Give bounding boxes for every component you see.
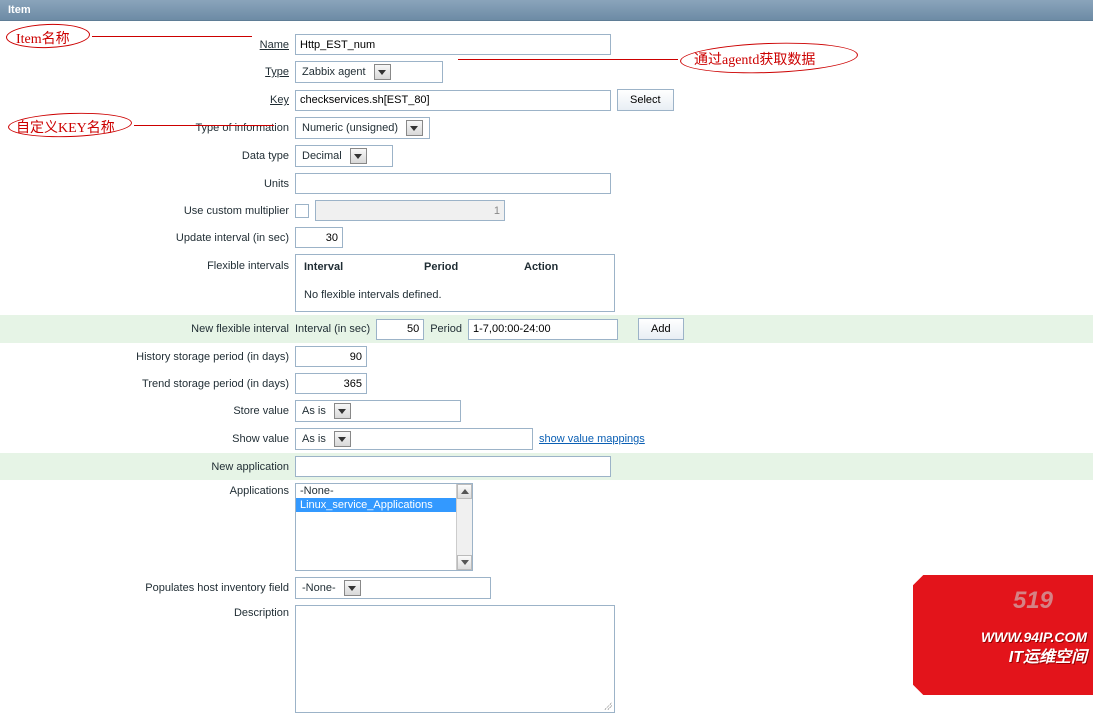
row-new-flex-interval: New flexible interval Interval (in sec) … [0, 315, 1093, 343]
page-title-bar: Item [0, 0, 1093, 21]
label-new-application: New application [0, 461, 295, 473]
data-type-select[interactable]: Decimal [295, 145, 393, 167]
store-value-select[interactable]: As is [295, 400, 461, 422]
row-multiplier: Use custom multiplier [0, 197, 1093, 224]
type-of-info-select[interactable]: Numeric (unsigned) [295, 117, 430, 139]
new-flex-interval-label: Interval (in sec) [295, 323, 370, 335]
label-trend: Trend storage period (in days) [0, 378, 295, 390]
label-update-interval: Update interval (in sec) [0, 232, 295, 244]
populates-inventory-select[interactable]: -None- [295, 577, 491, 599]
key-input[interactable] [295, 90, 611, 111]
row-units: Units [0, 170, 1093, 197]
row-type-of-info: Type of information Numeric (unsigned) [0, 114, 1093, 142]
watermark-ghost: 519 [1013, 587, 1053, 615]
applications-multiselect[interactable]: -None- Linux_service_Applications [295, 483, 473, 571]
populates-inventory-value: -None- [302, 582, 336, 594]
row-show-value: Show value As is show value mappings [0, 425, 1093, 453]
row-type: Type Zabbix agent [0, 58, 1093, 86]
trend-input[interactable] [295, 373, 367, 394]
applications-option-none[interactable]: -None- [296, 484, 472, 498]
row-data-type: Data type Decimal [0, 142, 1093, 170]
label-store-value: Store value [0, 405, 295, 417]
data-type-value: Decimal [302, 150, 342, 162]
flexible-intervals-table: Interval Period Action No flexible inter… [295, 254, 615, 312]
row-applications: Applications -None- Linux_service_Applic… [0, 480, 1093, 574]
select-key-button[interactable]: Select [617, 89, 674, 111]
dropdown-arrow-icon [350, 148, 367, 164]
row-trend: Trend storage period (in days) [0, 370, 1093, 397]
dropdown-arrow-icon [334, 431, 351, 447]
type-select-value: Zabbix agent [302, 66, 366, 78]
flex-col-interval: Interval [304, 261, 424, 273]
show-value-select[interactable]: As is [295, 428, 533, 450]
page-title: Item [8, 4, 31, 16]
new-flex-interval-input[interactable] [376, 319, 424, 340]
watermark: 519 WWW.94IP.COM IT运维空间 [913, 575, 1093, 695]
label-units: Units [0, 178, 295, 190]
store-value-value: As is [302, 405, 326, 417]
new-application-input[interactable] [295, 456, 611, 477]
update-interval-input[interactable] [295, 227, 343, 248]
resize-grip-icon[interactable] [602, 700, 612, 710]
label-show-value: Show value [0, 433, 295, 445]
flex-col-period: Period [424, 261, 524, 273]
row-flexible-intervals: Flexible intervals Interval Period Actio… [0, 251, 1093, 315]
flex-table-empty: No flexible intervals defined. [296, 279, 614, 311]
label-type: Type [0, 66, 295, 78]
type-select[interactable]: Zabbix agent [295, 61, 443, 83]
row-update-interval: Update interval (in sec) [0, 224, 1093, 251]
dropdown-arrow-icon [334, 403, 351, 419]
new-flex-period-label: Period [430, 323, 462, 335]
history-input[interactable] [295, 346, 367, 367]
dropdown-arrow-icon [344, 580, 361, 596]
row-new-application: New application [0, 453, 1093, 480]
show-value-mappings-link[interactable]: show value mappings [539, 433, 645, 445]
row-history: History storage period (in days) [0, 343, 1093, 370]
anno-line-name [92, 36, 252, 37]
scroll-up-icon[interactable] [457, 484, 472, 499]
dropdown-arrow-icon [406, 120, 423, 136]
multiselect-scrollbar[interactable] [456, 484, 472, 570]
units-input[interactable] [295, 173, 611, 194]
name-input[interactable] [295, 34, 611, 55]
label-key: Key [0, 94, 295, 106]
row-store-value: Store value As is [0, 397, 1093, 425]
multiplier-input [315, 200, 505, 221]
flex-col-action: Action [524, 261, 606, 273]
anno-line-type [458, 59, 678, 60]
new-flex-period-input[interactable] [468, 319, 618, 340]
dropdown-arrow-icon [374, 64, 391, 80]
applications-option-linux[interactable]: Linux_service_Applications [296, 498, 472, 512]
label-flexible-intervals: Flexible intervals [0, 254, 295, 272]
description-textarea[interactable] [295, 605, 615, 713]
scroll-down-icon[interactable] [457, 555, 472, 570]
anno-line-key [134, 125, 274, 126]
flex-table-header: Interval Period Action [296, 255, 614, 279]
type-of-info-value: Numeric (unsigned) [302, 122, 398, 134]
label-description: Description [0, 605, 295, 619]
row-key: Key Select [0, 86, 1093, 114]
watermark-brand: IT运维空间 [1009, 643, 1087, 667]
show-value-value: As is [302, 433, 326, 445]
label-data-type: Data type [0, 150, 295, 162]
label-new-flex-interval: New flexible interval [0, 323, 295, 335]
label-populates-inventory: Populates host inventory field [0, 582, 295, 594]
label-applications: Applications [0, 483, 295, 497]
add-flex-interval-button[interactable]: Add [638, 318, 684, 340]
label-history: History storage period (in days) [0, 351, 295, 363]
label-multiplier: Use custom multiplier [0, 205, 295, 217]
multiplier-checkbox[interactable] [295, 204, 309, 218]
